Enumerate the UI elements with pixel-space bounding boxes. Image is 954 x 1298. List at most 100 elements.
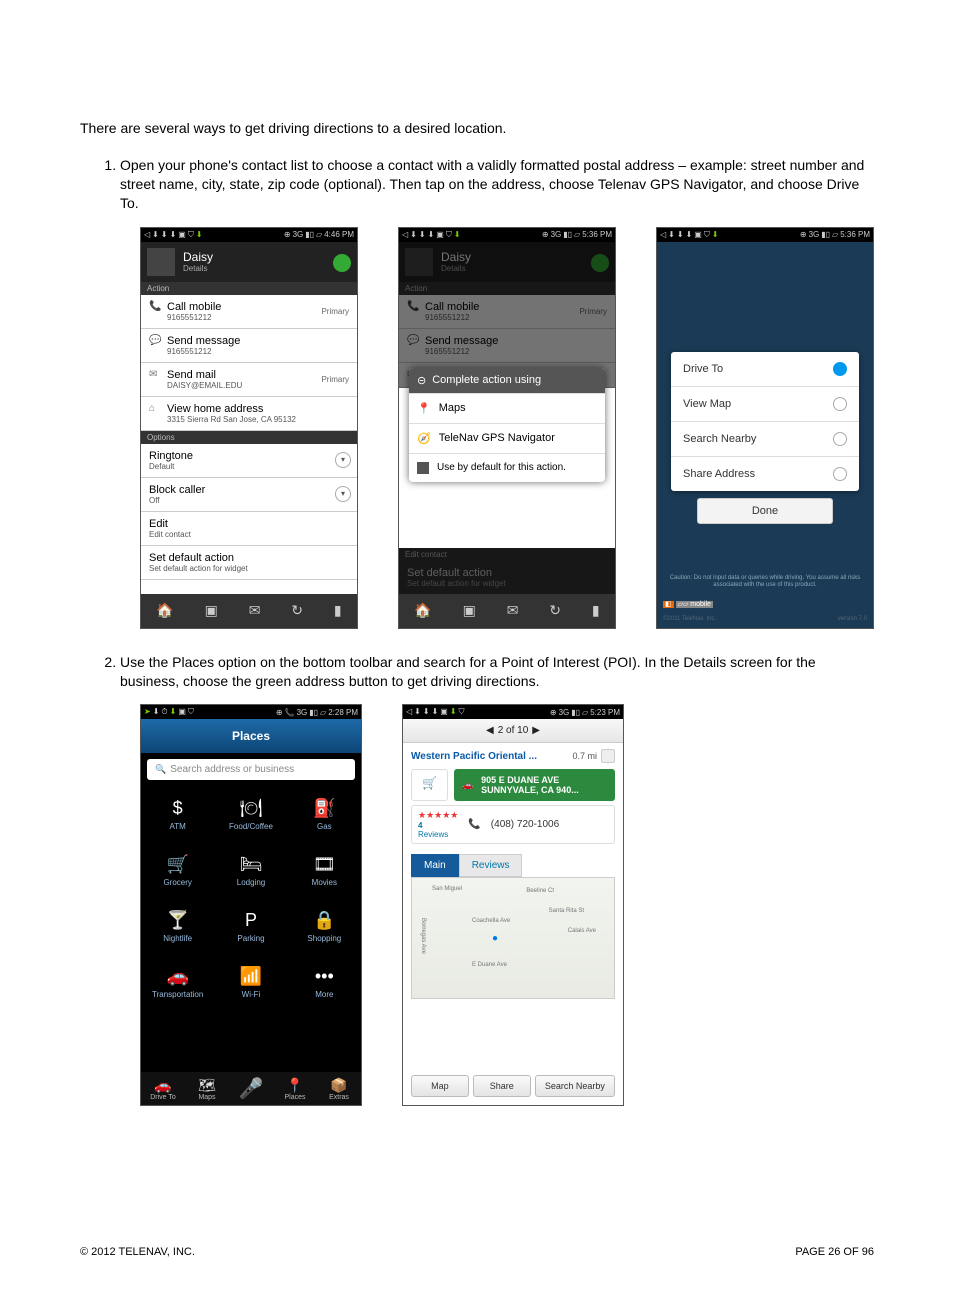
nav-icon: 📦	[317, 1077, 361, 1094]
done-button[interactable]: Done	[697, 498, 833, 524]
places-tile[interactable]: 🛏Lodging	[214, 842, 287, 898]
popup-opt-maps[interactable]: 📍Maps	[409, 393, 605, 423]
popup-title: ⊝Complete action using	[409, 368, 605, 393]
address-button[interactable]: 🚗905 E DUANE AVESUNNYVALE, CA 940...	[454, 769, 615, 801]
popup-opt-telenav[interactable]: 🧭TeleNav GPS Navigator	[409, 423, 605, 453]
business-header: Western Pacific Oriental ... 0.7 mi	[403, 743, 623, 769]
step-1: Open your phone's contact list to choose…	[120, 156, 874, 213]
places-tile[interactable]: 🔒Shopping	[288, 898, 361, 954]
send-mail-item[interactable]: ✉Send mailDAISY@EMAIL.EDUPrimary	[141, 363, 357, 397]
intro-text: There are several ways to get driving di…	[80, 120, 874, 136]
avatar	[147, 248, 175, 276]
default-action-item[interactable]: Set default actionSet default action for…	[141, 546, 357, 580]
tile-label: Wi-Fi	[242, 990, 261, 999]
tile-label: Movies	[312, 878, 337, 887]
card-icon[interactable]: ▣	[205, 602, 218, 619]
bottom-nav: 🚗Drive To🗺Maps🎤📍Places📦Extras	[141, 1072, 361, 1105]
nav-icon: 📍	[273, 1077, 317, 1094]
telenav-card: Drive To View Map Search Nearby Share Ad…	[671, 352, 859, 491]
checkbox-icon	[417, 462, 429, 474]
nav-item[interactable]: 🚗Drive To	[141, 1077, 185, 1101]
places-tile[interactable]: 🍸Nightlife	[141, 898, 214, 954]
ringtone-item[interactable]: RingtoneDefault▾	[141, 444, 357, 478]
map-button[interactable]: Map	[411, 1075, 469, 1097]
tab-main[interactable]: Main	[411, 854, 459, 877]
caution-text: Caution: Do not input data or queries wh…	[667, 575, 863, 589]
search-nearby-option[interactable]: Search Nearby	[671, 422, 859, 457]
block-caller-item[interactable]: Block callerOff▾	[141, 478, 357, 512]
places-tile[interactable]: 🎞 Movies	[288, 842, 361, 898]
cart-icon: 🛒	[411, 769, 448, 801]
page-footer: © 2012 TELENAV, INC. PAGE 26 OF 96	[80, 1246, 874, 1258]
radio-selected-icon	[833, 362, 847, 376]
maps-icon: 📍	[417, 402, 431, 415]
section-options: Options	[141, 431, 357, 444]
places-tile[interactable]: •••More	[288, 954, 361, 1010]
tab-reviews[interactable]: Reviews	[459, 854, 523, 877]
places-tile[interactable]: P Parking	[214, 898, 287, 954]
tile-icon: 🛏	[240, 854, 263, 875]
footer-copyright: © 2012 TELENAV, INC.	[80, 1246, 195, 1258]
places-tile[interactable]: 🍽Food/Coffee	[214, 786, 287, 842]
mail-icon[interactable]: ✉	[249, 602, 261, 619]
tile-label: Gas	[317, 822, 332, 831]
share-address-option[interactable]: Share Address	[671, 457, 859, 491]
status-bar: ◁⬇⬇⬇▣⛉⬇ ⊕3G▮▯▱4:46 PM	[141, 228, 357, 242]
presence-icon	[333, 254, 351, 272]
tile-label: Parking	[237, 934, 264, 943]
nav-item[interactable]: 📦Extras	[317, 1077, 361, 1101]
mini-map[interactable]: San Miguel Coachella Ave Santa Rita St C…	[411, 877, 615, 999]
search-nearby-button[interactable]: Search Nearby	[535, 1075, 615, 1097]
tile-icon: •••	[315, 966, 334, 987]
share-button[interactable]: Share	[473, 1075, 531, 1097]
refresh-icon[interactable]: ↻	[291, 602, 303, 619]
nav-item[interactable]: 📍Places	[273, 1077, 317, 1101]
edit-item[interactable]: EditEdit contact	[141, 512, 357, 546]
places-tile[interactable]: $ATM	[141, 786, 214, 842]
screenshot-row-2: ➤⬇⏱⬇▣⛉ ⊕📞3G▮▯▱2:28 PM Places Search addr…	[140, 704, 874, 1106]
tabs: Main Reviews	[411, 854, 615, 877]
tile-icon: 🍽	[240, 798, 263, 819]
phone-poi-details: ◁⬇⬇⬇▣⬇⛉ ⊕3G▮▯▱5:23 PM ◀2 of 10▶ Western …	[402, 704, 624, 1106]
places-tile[interactable]: 📶 Wi-Fi	[214, 954, 287, 1010]
map-pin-icon: ●	[492, 933, 498, 944]
tile-icon: 📶	[240, 966, 262, 987]
tile-icon: 🛒	[166, 854, 188, 875]
places-tile[interactable]: 🛒Grocery	[141, 842, 214, 898]
brand-badge: ◧ ▱▱ mobile	[663, 600, 713, 608]
radio-icon	[833, 432, 847, 446]
phone-places: ➤⬇⏱⬇▣⛉ ⊕📞3G▮▯▱2:28 PM Places Search addr…	[140, 704, 362, 1106]
nav-icon: 🚗	[141, 1077, 185, 1094]
reviews-row[interactable]: ★★★★★4Reviews 📞 (408) 720-1006	[411, 805, 615, 844]
step-2: Use the Places option on the bottom tool…	[120, 653, 874, 691]
places-tile[interactable]: ⛽ Gas	[288, 786, 361, 842]
home-icon[interactable]: 🏠	[156, 602, 173, 619]
tile-icon: 🎞	[313, 854, 336, 875]
tile-icon: P	[245, 910, 257, 931]
chevron-down-icon: ▾	[335, 452, 351, 468]
places-tile[interactable]: 🚗Transportation	[141, 954, 214, 1010]
send-message-item[interactable]: 💬Send message9165551212	[141, 329, 357, 363]
favorite-icon[interactable]	[601, 749, 615, 763]
phone-contact-details: ◁⬇⬇⬇▣⛉⬇ ⊕3G▮▯▱4:46 PM DaisyDetails Actio…	[140, 227, 358, 629]
places-title: Places	[141, 719, 361, 753]
nav-item[interactable]: 🎤	[229, 1076, 273, 1101]
radio-icon	[833, 397, 847, 411]
screenshot-row-1: ◁⬇⬇⬇▣⛉⬇ ⊕3G▮▯▱4:46 PM DaisyDetails Actio…	[140, 227, 874, 629]
tile-label: ATM	[170, 822, 186, 831]
view-map-option[interactable]: View Map	[671, 387, 859, 422]
contact-header: DaisyDetails	[141, 242, 357, 282]
places-grid: $ATM🍽Food/Coffee ⛽ Gas 🛒Grocery🛏Lodging 🎞 Mov…	[141, 786, 361, 1010]
chevron-down-icon: ⊝	[417, 374, 426, 387]
drive-to-option[interactable]: Drive To	[671, 352, 859, 387]
nav-icon: 🗺	[185, 1077, 229, 1094]
nav-item[interactable]: 🗺Maps	[185, 1077, 229, 1101]
call-mobile-item[interactable]: 📞Call mobile9165551212Primary	[141, 295, 357, 329]
popup-default-checkbox[interactable]: Use by default for this action.	[409, 453, 605, 482]
search-input[interactable]: Search address or business	[147, 759, 355, 780]
tick-icon[interactable]: ▮	[334, 602, 342, 619]
tile-icon: ⛽	[313, 798, 335, 819]
nav-icon: 🎤	[229, 1076, 273, 1101]
home-address-item[interactable]: ⌂View home address3315 Sierra Rd San Jos…	[141, 397, 357, 431]
bottom-bar: 🏠 ▣ ✉ ↻ ▮	[141, 594, 357, 628]
